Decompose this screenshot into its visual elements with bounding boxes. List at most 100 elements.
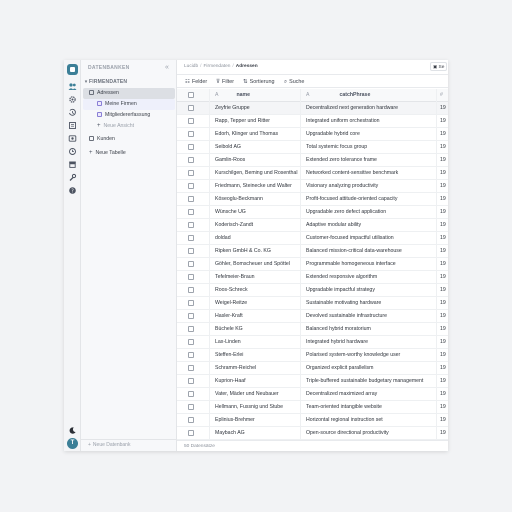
wrench-icon[interactable] <box>68 173 77 182</box>
new-view-button[interactable]: + Neue Ansicht <box>83 121 175 132</box>
cell-catchphrase[interactable]: Polarised system-worthy knowledge user <box>301 349 437 362</box>
cell-name[interactable]: Göhler, Bomscheuer und Spöttel <box>210 258 301 271</box>
cell-number[interactable]: 19 <box>437 375 448 388</box>
cell-number[interactable]: 19 <box>437 206 448 219</box>
row-checkbox[interactable] <box>188 235 194 241</box>
cell-number[interactable]: 19 <box>437 219 448 232</box>
table-row[interactable]: Köseoglu-Beckmann Profit-focused attitude… <box>177 193 448 206</box>
cell-number[interactable]: 19 <box>437 167 448 180</box>
cell-name[interactable]: Büchele KG <box>210 323 301 336</box>
table-row[interactable]: Büchele KG Balanced hybrid moratorium 19 <box>177 323 448 336</box>
app-logo[interactable] <box>67 64 78 75</box>
cell-name[interactable]: Tefelmeier-Braun <box>210 271 301 284</box>
cell-catchphrase[interactable]: Triple-buffered sustainable budgetary ma… <box>301 375 437 388</box>
breadcrumb-item[interactable]: Firmendaten <box>203 64 230 69</box>
people-icon[interactable] <box>68 82 77 91</box>
cell-name[interactable]: Edorh, Klinger und Thomas <box>210 128 301 141</box>
share-button[interactable]: ▣ Se <box>430 62 448 71</box>
row-checkbox[interactable] <box>188 131 194 137</box>
table-row[interactable]: Hasler-Kraft Devolved sustainable infrast… <box>177 310 448 323</box>
table-row[interactable]: Edorh, Klinger und Thomas Upgradable hybr… <box>177 128 448 141</box>
row-checkbox[interactable] <box>188 365 194 371</box>
table-row[interactable]: Friedmann, Steinecke und Walter Visionary… <box>177 180 448 193</box>
cell-name[interactable]: Steffen-Erlei <box>210 349 301 362</box>
column-header-catchphrase[interactable]: AcatchPhrase <box>301 89 437 102</box>
table-row[interactable]: Weigel-Reitze Sustainable motivating hard… <box>177 297 448 310</box>
cell-catchphrase[interactable]: Programmable homogeneous interface <box>301 258 437 271</box>
image-icon[interactable] <box>68 134 77 143</box>
row-checkbox[interactable] <box>188 183 194 189</box>
cell-catchphrase[interactable]: Total systemic focus group <box>301 141 437 154</box>
row-checkbox[interactable] <box>188 248 194 254</box>
row-checkbox[interactable] <box>188 378 194 384</box>
row-checkbox[interactable] <box>188 313 194 319</box>
cell-name[interactable]: Lax-Linden <box>210 336 301 349</box>
cell-name[interactable]: Maybach AG <box>210 427 301 440</box>
cell-number[interactable]: 19 <box>437 349 448 362</box>
row-checkbox[interactable] <box>188 287 194 293</box>
row-checkbox[interactable] <box>188 222 194 228</box>
cell-number[interactable]: 19 <box>437 128 448 141</box>
avatar[interactable]: T <box>67 438 78 449</box>
new-database-button[interactable]: + Neue Datenbank <box>81 439 177 451</box>
cell-catchphrase[interactable]: Extended responsive algorithm <box>301 271 437 284</box>
select-all-checkbox[interactable] <box>188 92 194 98</box>
cell-number[interactable]: 19 <box>437 310 448 323</box>
cell-catchphrase[interactable]: Upgradable hybrid core <box>301 128 437 141</box>
new-table-button[interactable]: + Neue Tabelle <box>83 148 175 159</box>
cell-catchphrase[interactable]: Open-source directional productivity <box>301 427 437 440</box>
row-checkbox[interactable] <box>188 274 194 280</box>
row-checkbox[interactable] <box>188 404 194 410</box>
sidebar-item-adressen[interactable]: Adressen <box>83 88 175 99</box>
history-icon[interactable] <box>68 108 77 117</box>
row-checkbox[interactable] <box>188 326 194 332</box>
table-row[interactable]: Vater, Mäder und Neubauer Decentralized m… <box>177 388 448 401</box>
cell-name[interactable]: Schramm-Reichel <box>210 362 301 375</box>
table-row[interactable]: Gamlin-Roos Extended zero tolerance frame… <box>177 154 448 167</box>
cell-catchphrase[interactable]: Devolved sustainable infrastructure <box>301 310 437 323</box>
cell-name[interactable]: Wünsche UG <box>210 206 301 219</box>
cell-number[interactable]: 19 <box>437 232 448 245</box>
cell-name[interactable]: Hasler-Kraft <box>210 310 301 323</box>
cell-catchphrase[interactable]: Sustainable motivating hardware <box>301 297 437 310</box>
table-row[interactable]: Schramm-Reichel Organized explicit parall… <box>177 362 448 375</box>
cell-catchphrase[interactable]: Networked content-sensitive benchmark <box>301 167 437 180</box>
cell-catchphrase[interactable]: Extended zero tolerance frame <box>301 154 437 167</box>
cell-number[interactable]: 19 <box>437 193 448 206</box>
cell-name[interactable]: Weigel-Reitze <box>210 297 301 310</box>
cell-catchphrase[interactable]: Upgradable zero defect application <box>301 206 437 219</box>
cell-name[interactable]: Kurschilgen, Beming und Rosenthal <box>210 167 301 180</box>
row-checkbox[interactable] <box>188 300 194 306</box>
cell-name[interactable]: Roos-Schreck <box>210 284 301 297</box>
row-checkbox[interactable] <box>188 157 194 163</box>
table-row[interactable]: Kuprion-Haaf Triple-buffered sustainable … <box>177 375 448 388</box>
row-checkbox[interactable] <box>188 261 194 267</box>
cell-number[interactable]: 19 <box>437 180 448 193</box>
table-row[interactable]: doldad Customer-focused impactful utilisa… <box>177 232 448 245</box>
cell-name[interactable]: Zeyfrie Gruppe <box>210 102 301 115</box>
cell-number[interactable]: 19 <box>437 336 448 349</box>
cell-name[interactable]: Friedmann, Steinecke und Walter <box>210 180 301 193</box>
row-checkbox[interactable] <box>188 118 194 124</box>
help-icon[interactable]: ? <box>68 186 77 195</box>
table-row[interactable]: Maybach AG Open-source directional produc… <box>177 427 448 440</box>
cell-catchphrase[interactable]: Balanced mission-critical data-warehouse <box>301 245 437 258</box>
cell-name[interactable]: Eplinius-Brehmer <box>210 414 301 427</box>
cell-name[interactable]: Vater, Mäder und Neubauer <box>210 388 301 401</box>
cell-catchphrase[interactable]: Profit-focused attitude-oriented capacit… <box>301 193 437 206</box>
table-row[interactable]: Eplinius-Brehmer Horizontal regional inst… <box>177 414 448 427</box>
table-row[interactable]: Kurschilgen, Beming und Rosenthal Network… <box>177 167 448 180</box>
database-firmendaten[interactable]: ▾ FIRMENDATEN <box>83 77 175 88</box>
table-row[interactable]: Tefelmeier-Braun Extended responsive algo… <box>177 271 448 284</box>
moon-icon[interactable] <box>68 426 77 435</box>
table-row[interactable]: Göhler, Bomscheuer und Spöttel Programmab… <box>177 258 448 271</box>
cell-number[interactable]: 19 <box>437 427 448 440</box>
cell-catchphrase[interactable]: Adaptive modular ability <box>301 219 437 232</box>
row-checkbox[interactable] <box>188 144 194 150</box>
search-button[interactable]: ⌕ Suche <box>284 75 304 89</box>
row-checkbox[interactable] <box>188 196 194 202</box>
column-header-number[interactable]: # <box>437 89 448 102</box>
cell-catchphrase[interactable]: Visionary analyzing productivity <box>301 180 437 193</box>
table-row[interactable]: Hellmann, Fussnig und Stube Team-oriented… <box>177 401 448 414</box>
cell-catchphrase[interactable]: Team-oriented intangible website <box>301 401 437 414</box>
